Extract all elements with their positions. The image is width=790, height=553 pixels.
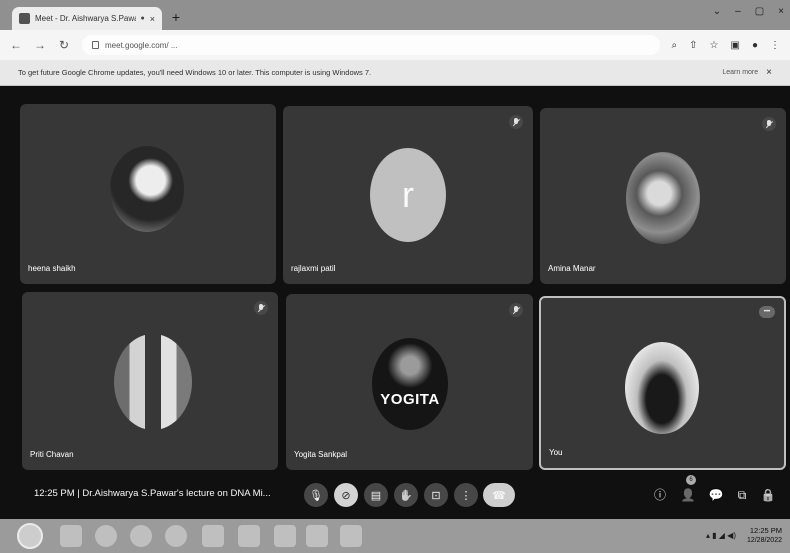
start-button[interactable] bbox=[17, 523, 43, 549]
lock-icon bbox=[92, 41, 99, 49]
window-controls: ⌄ – ▢ × bbox=[713, 6, 784, 17]
present-icon: ⊡ bbox=[431, 489, 441, 502]
host-controls-lock-icon[interactable]: 🔒 bbox=[760, 487, 776, 503]
captions-icon: ▤ bbox=[370, 489, 382, 502]
maximize-button[interactable]: ▢ bbox=[755, 6, 764, 17]
participant-avatar bbox=[626, 152, 700, 244]
taskbar-ie-icon[interactable] bbox=[95, 525, 117, 547]
address-bar[interactable]: meet.google.com/ ... bbox=[82, 35, 660, 55]
camera-off-button[interactable]: ⊘ bbox=[334, 483, 358, 507]
taskbar-media-icon[interactable] bbox=[130, 525, 152, 547]
taskbar-acrobat-icon[interactable] bbox=[202, 525, 224, 547]
tab-search-icon[interactable]: ⌄ bbox=[713, 6, 721, 17]
more-options-badge[interactable]: ••• bbox=[759, 306, 775, 318]
self-tile[interactable]: ••• You bbox=[539, 296, 786, 470]
microphone-button[interactable]: 🎙 bbox=[304, 483, 328, 507]
mic-off-icon bbox=[509, 303, 523, 317]
taskbar-app-icon[interactable] bbox=[238, 525, 260, 547]
tab-meet[interactable]: Meet - Dr. Aishwarya S.Pawar ● × bbox=[12, 7, 162, 30]
chrome-menu-icon[interactable]: ⋮ bbox=[770, 40, 780, 51]
avatar-logo-text: YOGITA bbox=[380, 391, 440, 409]
tab-groups-icon[interactable]: ▣ bbox=[731, 40, 740, 51]
mic-off-icon bbox=[254, 301, 268, 315]
taskbar-explorer-icon[interactable] bbox=[60, 525, 82, 547]
screen: Meet - Dr. Aishwarya S.Pawar ● × + ⌄ – ▢… bbox=[0, 0, 790, 553]
taskbar-app-icon[interactable] bbox=[340, 525, 362, 547]
system-tray-icons[interactable]: ▴ ▮ ◢ ◀) bbox=[706, 531, 736, 540]
meet-favicon-icon bbox=[19, 13, 30, 24]
mic-icon: 🎙 bbox=[309, 489, 323, 502]
meeting-time-title: 12:25 PM | Dr.Aishwarya S.Pawar's lectur… bbox=[34, 488, 271, 499]
back-arrow-icon[interactable]: ← bbox=[10, 38, 22, 52]
participant-tile[interactable]: Priti Chavan bbox=[22, 292, 278, 470]
taskbar-chrome-active-icon[interactable] bbox=[274, 525, 296, 547]
reload-icon[interactable]: ↻ bbox=[58, 38, 70, 52]
system-clock[interactable]: 12:25 PM 12/28/2022 bbox=[747, 526, 782, 546]
participant-avatar bbox=[625, 342, 699, 434]
bookmark-star-icon[interactable]: ☆ bbox=[710, 40, 719, 51]
present-screen-button[interactable]: ⊡ bbox=[424, 483, 448, 507]
participant-name: rajlaxmi patil bbox=[291, 264, 336, 273]
people-count-badge: 6 bbox=[686, 475, 696, 485]
zoom-icon[interactable]: ⌕ bbox=[672, 40, 678, 51]
participant-tile[interactable]: heena shaikh bbox=[20, 104, 276, 284]
info-bar-message: To get future Google Chrome updates, you… bbox=[18, 68, 372, 77]
phone-hangup-icon: ☎ bbox=[492, 489, 506, 502]
more-vert-icon: ⋮ bbox=[460, 489, 472, 502]
activities-icon[interactable]: ⧉ bbox=[734, 487, 750, 503]
info-bar-close-icon[interactable]: × bbox=[766, 67, 772, 78]
participant-tile[interactable]: YOGITA Yogita Sankpal bbox=[286, 294, 533, 470]
hand-icon: ✋ bbox=[399, 489, 413, 502]
share-icon[interactable]: ⇧ bbox=[689, 40, 697, 51]
chrome-tab-strip: Meet - Dr. Aishwarya S.Pawar ● × + ⌄ – ▢… bbox=[0, 0, 790, 30]
participant-name: Priti Chavan bbox=[30, 450, 74, 459]
more-options-button[interactable]: ⋮ bbox=[454, 483, 478, 507]
mic-off-icon bbox=[509, 115, 523, 129]
participant-avatar: YOGITA bbox=[372, 338, 448, 430]
meeting-info-icon[interactable]: ⓘ bbox=[652, 487, 668, 503]
people-icon[interactable]: 👤 bbox=[680, 487, 696, 503]
participant-avatar: r bbox=[370, 148, 446, 242]
mic-off-icon bbox=[762, 117, 776, 131]
meeting-time: 12:25 PM bbox=[34, 488, 75, 499]
participant-name: Amina Manar bbox=[548, 264, 596, 273]
participant-name: heena shaikh bbox=[28, 264, 76, 273]
camera-off-icon: ⊘ bbox=[341, 489, 351, 502]
chrome-toolbar: ← → ↻ meet.google.com/ ... ⌕ ⇧ ☆ ▣ ● ⋮ bbox=[0, 30, 790, 60]
profile-avatar-icon[interactable]: ● bbox=[752, 40, 758, 51]
new-tab-button[interactable]: + bbox=[167, 8, 185, 26]
participant-name: You bbox=[549, 448, 563, 457]
raise-hand-button[interactable]: ✋ bbox=[394, 483, 418, 507]
update-info-bar: To get future Google Chrome updates, you… bbox=[0, 60, 790, 86]
tab-title: Meet - Dr. Aishwarya S.Pawar bbox=[35, 14, 136, 23]
participant-name: Yogita Sankpal bbox=[294, 450, 348, 459]
learn-more-link[interactable]: Learn more bbox=[722, 69, 758, 76]
chat-icon[interactable]: 💬 bbox=[708, 487, 724, 503]
toolbar-icons: ⌕ ⇧ ☆ ▣ ● ⋮ bbox=[672, 40, 780, 51]
participant-tile[interactable]: Amina Manar bbox=[540, 108, 786, 284]
participant-avatar bbox=[114, 334, 192, 430]
forward-arrow-icon[interactable]: → bbox=[34, 38, 46, 52]
meet-bottom-bar: 12:25 PM | Dr.Aishwarya S.Pawar's lectur… bbox=[0, 471, 790, 519]
clock-date: 12/28/2022 bbox=[746, 537, 782, 544]
windows-taskbar: ▴ ▮ ◢ ◀) 12:25 PM 12/28/2022 bbox=[0, 519, 790, 553]
url-text: meet.google.com/ ... bbox=[105, 40, 178, 50]
leave-call-button[interactable]: ☎ bbox=[483, 483, 515, 507]
close-window-button[interactable]: × bbox=[778, 6, 784, 17]
participant-avatar bbox=[110, 146, 184, 232]
avatar-letter: r bbox=[402, 174, 414, 215]
recording-dot-icon: ● bbox=[140, 15, 145, 22]
taskbar-app-icon[interactable] bbox=[306, 525, 328, 547]
clock-time: 12:25 PM bbox=[749, 526, 782, 535]
meeting-title: Dr.Aishwarya S.Pawar's lecture on DNA Mi… bbox=[82, 488, 271, 499]
meet-stage: heena shaikh r rajlaxmi patil Amina Mana… bbox=[0, 86, 790, 519]
tab-close-icon[interactable]: × bbox=[150, 14, 155, 24]
participant-tile[interactable]: r rajlaxmi patil bbox=[283, 106, 533, 284]
captions-button[interactable]: ▤ bbox=[364, 483, 388, 507]
minimize-button[interactable]: – bbox=[735, 6, 741, 17]
taskbar-chrome-icon[interactable] bbox=[165, 525, 187, 547]
